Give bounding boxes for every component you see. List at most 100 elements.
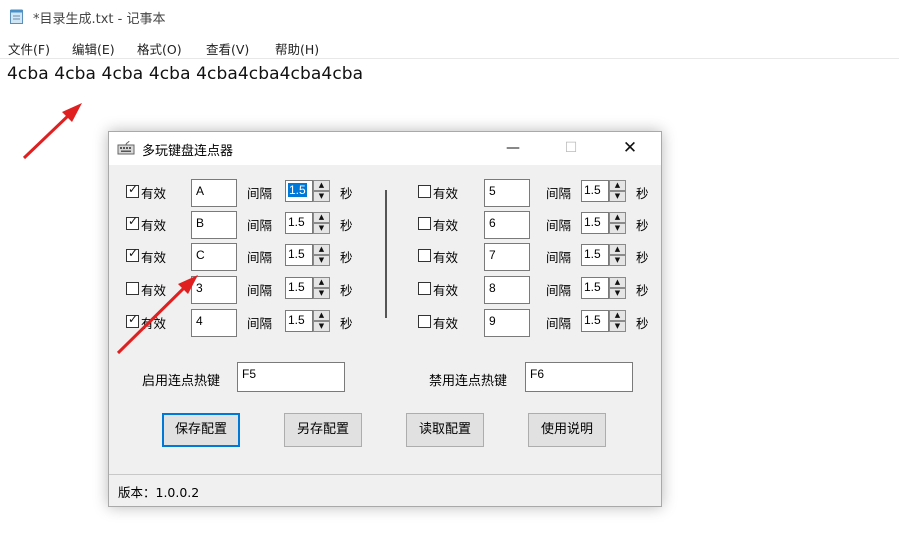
effective-label: 有效	[433, 186, 459, 201]
spin-down-icon[interactable]: ▼	[609, 191, 626, 202]
spin-up-icon[interactable]: ▲	[609, 212, 626, 223]
spin-down-icon[interactable]: ▼	[313, 223, 330, 234]
effective-checkbox[interactable]	[418, 249, 431, 262]
menu-file[interactable]: 文件(F)	[8, 39, 50, 58]
interval-spinbox[interactable]: 1.5	[285, 212, 313, 234]
key-input[interactable]: 7	[484, 243, 530, 271]
interval-spinbox[interactable]: 1.5	[581, 180, 609, 202]
effective-label: 有效	[433, 316, 459, 331]
interval-label: 间隔	[546, 316, 572, 331]
usage-help-button[interactable]: 使用说明	[528, 413, 606, 447]
spin-up-icon[interactable]: ▲	[609, 244, 626, 255]
maximize-button[interactable]: ☐	[556, 137, 586, 159]
interval-value: 1.5	[288, 313, 305, 327]
checkmark-icon: ✓	[128, 246, 139, 260]
interval-spinbox[interactable]: 1.5	[285, 244, 313, 266]
effective-checkbox[interactable]	[418, 185, 431, 198]
effective-label: 有效	[433, 250, 459, 265]
key-input[interactable]: B	[191, 211, 237, 239]
interval-label: 间隔	[546, 186, 572, 201]
effective-checkbox[interactable]	[418, 282, 431, 295]
spin-up-icon[interactable]: ▲	[313, 277, 330, 288]
key-input[interactable]: 8	[484, 276, 530, 304]
interval-spin-buttons: ▲ ▼	[609, 310, 626, 332]
version-status: 版本：1.0.0.2	[118, 485, 200, 500]
close-button[interactable]: ✕	[615, 137, 645, 159]
status-separator	[109, 474, 661, 475]
interval-spinbox[interactable]: 1.5	[581, 212, 609, 234]
save-as-config-button[interactable]: 另存配置	[284, 413, 362, 447]
spin-up-icon[interactable]: ▲	[609, 310, 626, 321]
spin-up-icon[interactable]: ▲	[609, 277, 626, 288]
interval-label: 间隔	[247, 316, 273, 331]
notepad-menubar: 文件(F) 编辑(E) 格式(O) 查看(V) 帮助(H)	[0, 36, 899, 58]
interval-spinbox[interactable]: 1.5	[285, 180, 313, 202]
spin-down-icon[interactable]: ▼	[609, 288, 626, 299]
arrow-up-right-icon	[22, 103, 82, 160]
effective-label: 有效	[141, 316, 167, 331]
minimize-button[interactable]: —	[498, 137, 528, 159]
key-input[interactable]: 5	[484, 179, 530, 207]
spin-down-icon[interactable]: ▼	[609, 321, 626, 332]
key-input[interactable]: A	[191, 179, 237, 207]
notepad-divider	[0, 58, 899, 59]
interval-value: 1.5	[584, 215, 601, 229]
autoclicker-dialog: 多玩键盘连点器 — ☐ ✕ ✓ 有效 A 间隔 1.5 ▲ ▼ 秒 ✓ 有效 B 间隔 1.5 ▲ ▼ 秒 ✓ 有…	[108, 131, 662, 507]
key-input[interactable]: 6	[484, 211, 530, 239]
key-input[interactable]: 3	[191, 276, 237, 304]
key-input[interactable]: C	[191, 243, 237, 271]
spin-up-icon[interactable]: ▲	[313, 212, 330, 223]
interval-spin-buttons: ▲ ▼	[609, 212, 626, 234]
save-config-button[interactable]: 保存配置	[162, 413, 240, 447]
effective-checkbox[interactable]	[418, 217, 431, 230]
interval-label: 间隔	[247, 218, 273, 233]
interval-spin-buttons: ▲ ▼	[313, 244, 330, 266]
spin-down-icon[interactable]: ▼	[609, 223, 626, 234]
spin-up-icon[interactable]: ▲	[313, 310, 330, 321]
key-input[interactable]: 4	[191, 309, 237, 337]
seconds-label: 秒	[340, 250, 353, 265]
spin-down-icon[interactable]: ▼	[313, 191, 330, 202]
spin-down-icon[interactable]: ▼	[609, 255, 626, 266]
notepad-text-area[interactable]: 4cba 4cba 4cba 4cba 4cba4cba4cba4cba	[7, 64, 363, 84]
interval-spinbox[interactable]: 1.5	[285, 277, 313, 299]
interval-spin-buttons: ▲ ▼	[609, 180, 626, 202]
enable-hotkey-input[interactable]: F5	[237, 362, 345, 392]
menu-edit[interactable]: 编辑(E)	[72, 39, 115, 58]
effective-checkbox[interactable]: ✓	[126, 183, 139, 198]
spin-up-icon[interactable]: ▲	[609, 180, 626, 191]
spin-up-icon[interactable]: ▲	[313, 180, 330, 191]
seconds-label: 秒	[636, 316, 649, 331]
interval-value: 1.5	[584, 313, 601, 327]
seconds-label: 秒	[340, 218, 353, 233]
interval-value: 1.5	[584, 247, 601, 261]
effective-checkbox[interactable]: ✓	[126, 215, 139, 230]
menu-format[interactable]: 格式(O)	[137, 39, 182, 58]
interval-value: 1.5	[288, 247, 305, 261]
interval-value: 1.5	[288, 183, 307, 197]
key-input[interactable]: 9	[484, 309, 530, 337]
interval-spinbox[interactable]: 1.5	[285, 310, 313, 332]
spin-down-icon[interactable]: ▼	[313, 288, 330, 299]
effective-checkbox[interactable]: ✓	[126, 313, 139, 328]
disable-hotkey-input[interactable]: F6	[525, 362, 633, 392]
interval-spinbox[interactable]: 1.5	[581, 277, 609, 299]
dialog-title: 多玩键盘连点器	[142, 144, 234, 159]
spin-down-icon[interactable]: ▼	[313, 321, 330, 332]
interval-spin-buttons: ▲ ▼	[313, 277, 330, 299]
load-config-button[interactable]: 读取配置	[406, 413, 484, 447]
effective-label: 有效	[141, 186, 167, 201]
spin-up-icon[interactable]: ▲	[313, 244, 330, 255]
effective-checkbox[interactable]	[126, 282, 139, 295]
interval-label: 间隔	[546, 218, 572, 233]
effective-checkbox[interactable]: ✓	[126, 246, 139, 262]
effective-checkbox[interactable]	[418, 315, 431, 328]
interval-spinbox[interactable]: 1.5	[581, 310, 609, 332]
menu-help[interactable]: 帮助(H)	[275, 39, 319, 58]
interval-spin-buttons: ▲ ▼	[313, 310, 330, 332]
seconds-label: 秒	[636, 283, 649, 298]
menu-view[interactable]: 查看(V)	[206, 39, 249, 58]
spin-down-icon[interactable]: ▼	[313, 255, 330, 266]
interval-spinbox[interactable]: 1.5	[581, 244, 609, 266]
seconds-label: 秒	[340, 316, 353, 331]
